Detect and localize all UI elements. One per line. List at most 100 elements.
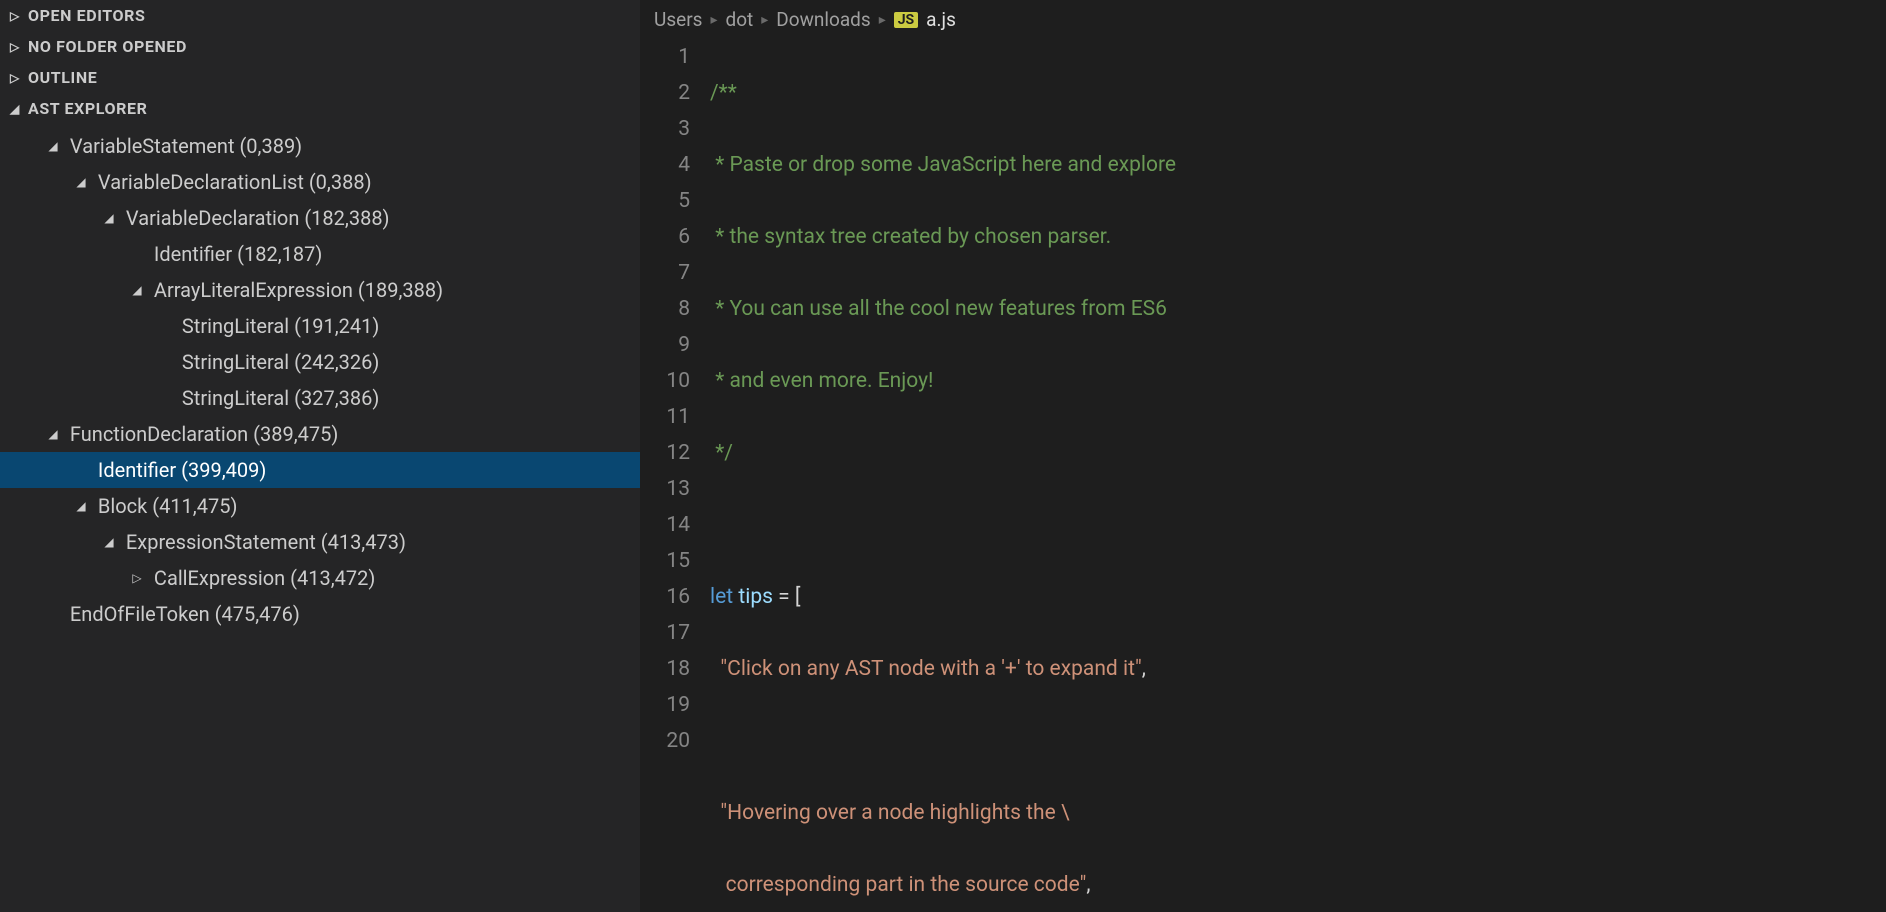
section-label: OPEN EDITORS (28, 6, 146, 25)
line-number: 15 (640, 543, 690, 579)
line-number: 4 (640, 147, 690, 183)
chevron-right-icon: ▸ (879, 12, 886, 28)
chevron-none (158, 319, 172, 333)
code-token: * the syntax tree created by chosen pars… (710, 225, 1111, 249)
code-token: */ (710, 441, 733, 465)
code-token: "Hovering over a node highlights the \ (720, 801, 1069, 825)
line-number: 7 (640, 255, 690, 291)
code-token: tips (738, 585, 773, 609)
chevron-down-icon: ◢ (102, 535, 116, 549)
ast-node[interactable]: EndOfFileToken (475,476) (0, 596, 640, 632)
ast-node-label: VariableStatement (0,389) (70, 134, 302, 158)
ast-node-label: VariableDeclaration (182,388) (126, 206, 390, 230)
chevron-right-icon: ▷ (10, 71, 22, 85)
code-token: "Click on any AST node with a '+' to exp… (720, 657, 1141, 681)
line-number: 9 (640, 327, 690, 363)
chevron-right-icon: ▷ (10, 40, 22, 54)
ast-node[interactable]: ◢ VariableDeclaration (182,388) (0, 200, 640, 236)
code-token: /** (710, 81, 737, 105)
ast-node-label: VariableDeclarationList (0,388) (98, 170, 372, 194)
ast-node-label: StringLiteral (191,241) (182, 314, 379, 338)
ast-node-label: CallExpression (413,472) (154, 566, 375, 590)
ast-node-label: StringLiteral (242,326) (182, 350, 379, 374)
editor-pane: Users ▸ dot ▸ Downloads ▸ JS a.js 123456… (640, 0, 1886, 912)
chevron-down-icon: ◢ (46, 427, 60, 441)
ast-node[interactable]: StringLiteral (191,241) (0, 308, 640, 344)
ast-node[interactable]: StringLiteral (242,326) (0, 344, 640, 380)
code-token: * You can use all the cool new features … (710, 297, 1167, 321)
section-label: NO FOLDER OPENED (28, 37, 187, 56)
section-outline[interactable]: ▷ OUTLINE (0, 62, 640, 93)
line-number: 10 (640, 363, 690, 399)
ast-node-label: Block (411,475) (98, 494, 237, 518)
breadcrumb-part[interactable]: Downloads (776, 8, 870, 31)
line-gutter: 1234567891011121314151617181920 (640, 39, 710, 912)
chevron-down-icon: ◢ (10, 102, 22, 116)
ast-node[interactable]: ◢ Block (411,475) (0, 488, 640, 524)
ast-node-label: FunctionDeclaration (389,475) (70, 422, 338, 446)
code-area[interactable]: 1234567891011121314151617181920 /** * Pa… (640, 39, 1886, 912)
chevron-down-icon: ◢ (74, 499, 88, 513)
code-content[interactable]: /** * Paste or drop some JavaScript here… (710, 39, 1886, 912)
code-token: = [ (773, 585, 801, 609)
line-number: 1 (640, 39, 690, 75)
breadcrumb-part[interactable]: Users (654, 8, 702, 31)
chevron-none (74, 463, 88, 477)
chevron-none (158, 391, 172, 405)
line-number: 8 (640, 291, 690, 327)
chevron-right-icon: ▷ (130, 571, 144, 585)
line-number: 11 (640, 399, 690, 435)
breadcrumb[interactable]: Users ▸ dot ▸ Downloads ▸ JS a.js (640, 0, 1886, 39)
ast-node[interactable]: ◢ VariableDeclarationList (0,388) (0, 164, 640, 200)
chevron-down-icon: ◢ (102, 211, 116, 225)
breadcrumb-file[interactable]: a.js (926, 8, 956, 31)
section-label: AST EXPLORER (28, 99, 147, 118)
line-number: 12 (640, 435, 690, 471)
line-number: 16 (640, 579, 690, 615)
ast-node[interactable]: ◢ ArrayLiteralExpression (189,388) (0, 272, 640, 308)
breadcrumb-part[interactable]: dot (725, 8, 753, 31)
ast-node[interactable]: ◢ VariableStatement (0,389) (0, 128, 640, 164)
ast-node-label: ExpressionStatement (413,473) (126, 530, 406, 554)
line-number: 14 (640, 507, 690, 543)
ast-node[interactable]: StringLiteral (327,386) (0, 380, 640, 416)
line-number: 20 (640, 723, 690, 759)
code-token: * Paste or drop some JavaScript here and… (710, 153, 1176, 177)
code-token: corresponding part in the source code" (710, 873, 1086, 897)
ast-node-label: EndOfFileToken (475,476) (70, 602, 300, 626)
line-number: 13 (640, 471, 690, 507)
chevron-none (130, 247, 144, 261)
code-token: let (710, 585, 733, 609)
section-open-editors[interactable]: ▷ OPEN EDITORS (0, 0, 640, 31)
ast-node-label: Identifier (182,187) (154, 242, 322, 266)
chevron-right-icon: ▸ (761, 12, 768, 28)
line-number: 17 (640, 615, 690, 651)
code-token: * and even more. Enjoy! (710, 369, 933, 393)
section-no-folder[interactable]: ▷ NO FOLDER OPENED (0, 31, 640, 62)
ast-node[interactable]: ▷ CallExpression (413,472) (0, 560, 640, 596)
line-number: 19 (640, 687, 690, 723)
line-number: 5 (640, 183, 690, 219)
chevron-none (158, 355, 172, 369)
line-number: 3 (640, 111, 690, 147)
ast-node[interactable]: Identifier (182,187) (0, 236, 640, 272)
line-number: 18 (640, 651, 690, 687)
ast-node[interactable]: ◢ ExpressionStatement (413,473) (0, 524, 640, 560)
js-file-icon: JS (894, 12, 918, 28)
chevron-down-icon: ◢ (46, 139, 60, 153)
sidebar: ▷ OPEN EDITORS ▷ NO FOLDER OPENED ▷ OUTL… (0, 0, 640, 912)
code-token: , (1142, 657, 1146, 681)
ast-node[interactable]: Identifier (399,409) (0, 452, 640, 488)
ast-node[interactable]: ◢ FunctionDeclaration (389,475) (0, 416, 640, 452)
line-number: 2 (640, 75, 690, 111)
ast-node-label: Identifier (399,409) (98, 458, 266, 482)
chevron-right-icon: ▷ (10, 9, 22, 23)
chevron-right-icon: ▸ (710, 12, 717, 28)
line-number: 6 (640, 219, 690, 255)
section-ast-explorer[interactable]: ◢ AST EXPLORER (0, 93, 640, 124)
chevron-down-icon: ◢ (130, 283, 144, 297)
ast-tree: ◢ VariableStatement (0,389)◢ VariableDec… (0, 124, 640, 644)
chevron-none (46, 607, 60, 621)
code-token: , (1086, 873, 1090, 897)
ast-node-label: ArrayLiteralExpression (189,388) (154, 278, 443, 302)
